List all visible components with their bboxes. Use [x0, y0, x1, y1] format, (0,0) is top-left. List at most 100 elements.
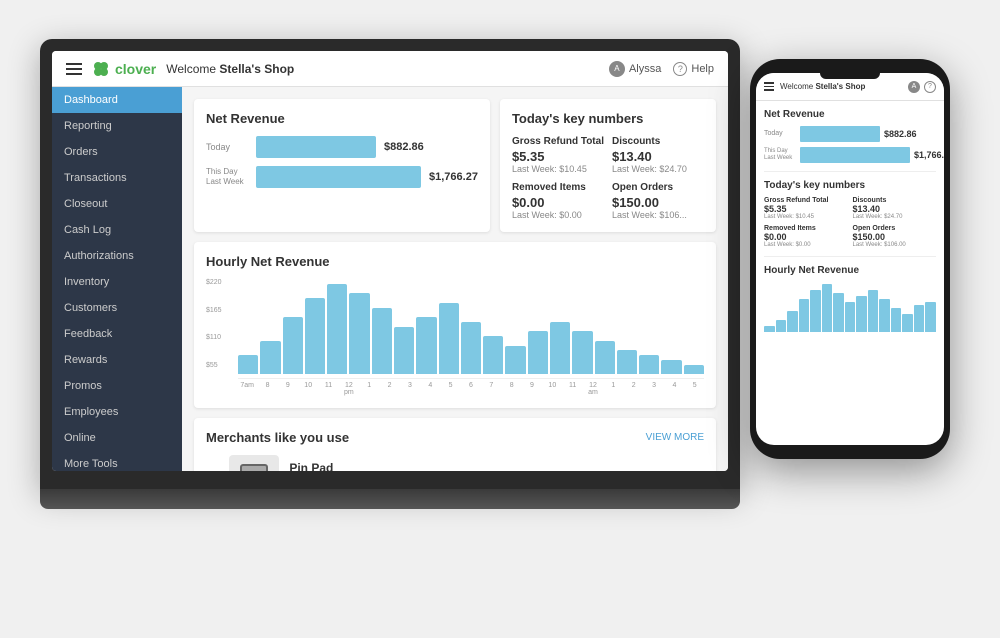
x-label-0: 7am: [238, 382, 256, 396]
phone-divider-2: [764, 256, 936, 257]
x-label-4: 11: [319, 382, 337, 396]
sidebar-item-transactions[interactable]: Transactions: [52, 165, 182, 191]
chart-bar-20: [684, 365, 704, 374]
phone-bar-5: [822, 284, 833, 332]
x-label-3: 10: [299, 382, 317, 396]
phone-today-bar-wrap: $882.86: [800, 126, 936, 142]
laptop-screen: clover Welcome Stella's Shop A Alyssa ?: [52, 51, 728, 471]
sidebar-item-orders[interactable]: Orders: [52, 139, 182, 165]
laptop: clover Welcome Stella's Shop A Alyssa ?: [40, 39, 740, 509]
sidebar-item-closeout[interactable]: Closeout: [52, 191, 182, 217]
phone-net-revenue-title: Net Revenue: [764, 109, 936, 120]
phone-lastweek-label: This DayLast Week: [764, 148, 800, 162]
welcome-prefix: Welcome: [166, 62, 216, 76]
help-label: Help: [691, 63, 714, 75]
shop-name: Stella's Shop: [219, 62, 294, 76]
kn-removed-label: Removed Items: [512, 182, 604, 193]
clover-brand-text: clover: [115, 61, 156, 77]
today-value: $882.86: [384, 141, 424, 153]
phone-kn-removed: Removed Items $0.00 Last Week: $0.00: [764, 225, 848, 248]
sidebar-item-rewards[interactable]: Rewards: [52, 347, 182, 373]
sidebar-item-reporting[interactable]: Reporting: [52, 113, 182, 139]
kn-discounts-sub: Last Week: $24.70: [612, 164, 704, 174]
x-label-15: 10: [543, 382, 561, 396]
phone-bar-3: [799, 299, 810, 332]
chart-title: Hourly Net Revenue: [206, 254, 704, 269]
phone-today-label: Today: [764, 130, 800, 138]
phone-bar-4: [810, 290, 821, 332]
phone-lastweek-row: This DayLast Week $1,766.27: [764, 147, 936, 163]
phone-kn-removed-value: $0.00: [764, 232, 848, 242]
phone-bar-9: [868, 290, 879, 332]
hamburger-menu-icon[interactable]: [66, 63, 82, 75]
scene: clover Welcome Stella's Shop A Alyssa ?: [20, 19, 980, 619]
chart-bar-7: [394, 327, 414, 374]
laptop-base: [40, 489, 740, 509]
phone: Welcome Stella's Shop A ? Net Revenue To…: [750, 59, 950, 459]
phone-help-icon[interactable]: ?: [924, 81, 936, 93]
clover-icon: [92, 60, 110, 78]
header-actions: A Alyssa ? Help: [609, 61, 714, 77]
net-revenue-card: Net Revenue Today $882.86 This Day: [194, 99, 490, 232]
merchant-item: ‹: [206, 455, 704, 471]
phone-kn-disc-label: Discounts: [853, 197, 937, 204]
kn-open-orders-value: $150.00: [612, 195, 704, 210]
phone-kn-disc: Discounts $13.40 Last Week: $24.70: [853, 197, 937, 220]
phone-kn-gross-sub: Last Week: $10.45: [764, 214, 848, 220]
phone-chart-bars: [764, 282, 936, 332]
phone-hamburger-icon[interactable]: [764, 82, 774, 91]
sidebar-item-online[interactable]: Online: [52, 425, 182, 451]
sidebar-item-customers[interactable]: Customers: [52, 295, 182, 321]
phone-lastweek-bar: [800, 147, 910, 163]
sidebar-item-cash-log[interactable]: Cash Log: [52, 217, 182, 243]
kn-gross-refund-sub: Last Week: $10.45: [512, 164, 604, 174]
phone-notch: [820, 73, 880, 79]
today-bar: [256, 136, 376, 158]
phone-kn-open-value: $150.00: [853, 232, 937, 242]
chart-bar-12: [505, 346, 525, 374]
app-body: Dashboard Reporting Orders Transactions …: [52, 87, 728, 471]
x-label-14: 9: [523, 382, 541, 396]
key-numbers-grid: Gross Refund Total $5.35 Last Week: $10.…: [512, 136, 704, 220]
merchants-header: Merchants like you use VIEW MORE: [206, 430, 704, 445]
phone-kn-open-label: Open Orders: [853, 225, 937, 232]
x-label-19: 2: [625, 382, 643, 396]
x-label-10: 5: [441, 382, 459, 396]
y-label-165: $165: [206, 307, 222, 314]
help-button[interactable]: ? Help: [673, 62, 714, 76]
view-more-link[interactable]: VIEW MORE: [646, 432, 704, 443]
phone-kn-open: Open Orders $150.00 Last Week: $106.00: [853, 225, 937, 248]
x-label-17: 12 am: [584, 382, 602, 396]
today-bar-wrap: $882.86: [256, 136, 478, 158]
chart-bar-9: [439, 303, 459, 374]
key-numbers-title: Today's key numbers: [512, 111, 704, 126]
sidebar-item-employees[interactable]: Employees: [52, 399, 182, 425]
sidebar-item-more-tools[interactable]: More Tools: [52, 451, 182, 471]
sidebar-item-dashboard[interactable]: Dashboard: [52, 87, 182, 113]
sidebar-item-authorizations[interactable]: Authorizations: [52, 243, 182, 269]
x-label-5: 12 pm: [340, 382, 358, 396]
pin-pad-icon: [236, 462, 272, 471]
user-menu[interactable]: A Alyssa: [609, 61, 661, 77]
kn-gross-refund: Gross Refund Total $5.35 Last Week: $10.…: [512, 136, 604, 174]
chart-bar-14: [550, 322, 570, 374]
chart-bars: [238, 279, 704, 379]
x-label-18: 1: [604, 382, 622, 396]
phone-avatar[interactable]: A: [908, 81, 920, 93]
chart-bar-6: [372, 308, 392, 374]
x-label-2: 9: [279, 382, 297, 396]
kn-open-orders-sub: Last Week: $106...: [612, 210, 704, 220]
x-label-22: 5: [686, 382, 704, 396]
chart-bar-11: [483, 336, 503, 374]
x-label-13: 8: [502, 382, 520, 396]
sidebar-item-feedback[interactable]: Feedback: [52, 321, 182, 347]
today-revenue-row: Today $882.86: [206, 136, 478, 158]
sidebar-item-promos[interactable]: Promos: [52, 373, 182, 399]
phone-kn-removed-label: Removed Items: [764, 225, 848, 232]
chart-bar-15: [572, 331, 592, 374]
sidebar-item-inventory[interactable]: Inventory: [52, 269, 182, 295]
phone-kn-gross-label: Gross Refund Total: [764, 197, 848, 204]
x-label-8: 3: [401, 382, 419, 396]
lastweek-revenue-row: This DayLast Week $1,766.27: [206, 166, 478, 188]
phone-lastweek-value: $1,766.27: [914, 150, 944, 160]
